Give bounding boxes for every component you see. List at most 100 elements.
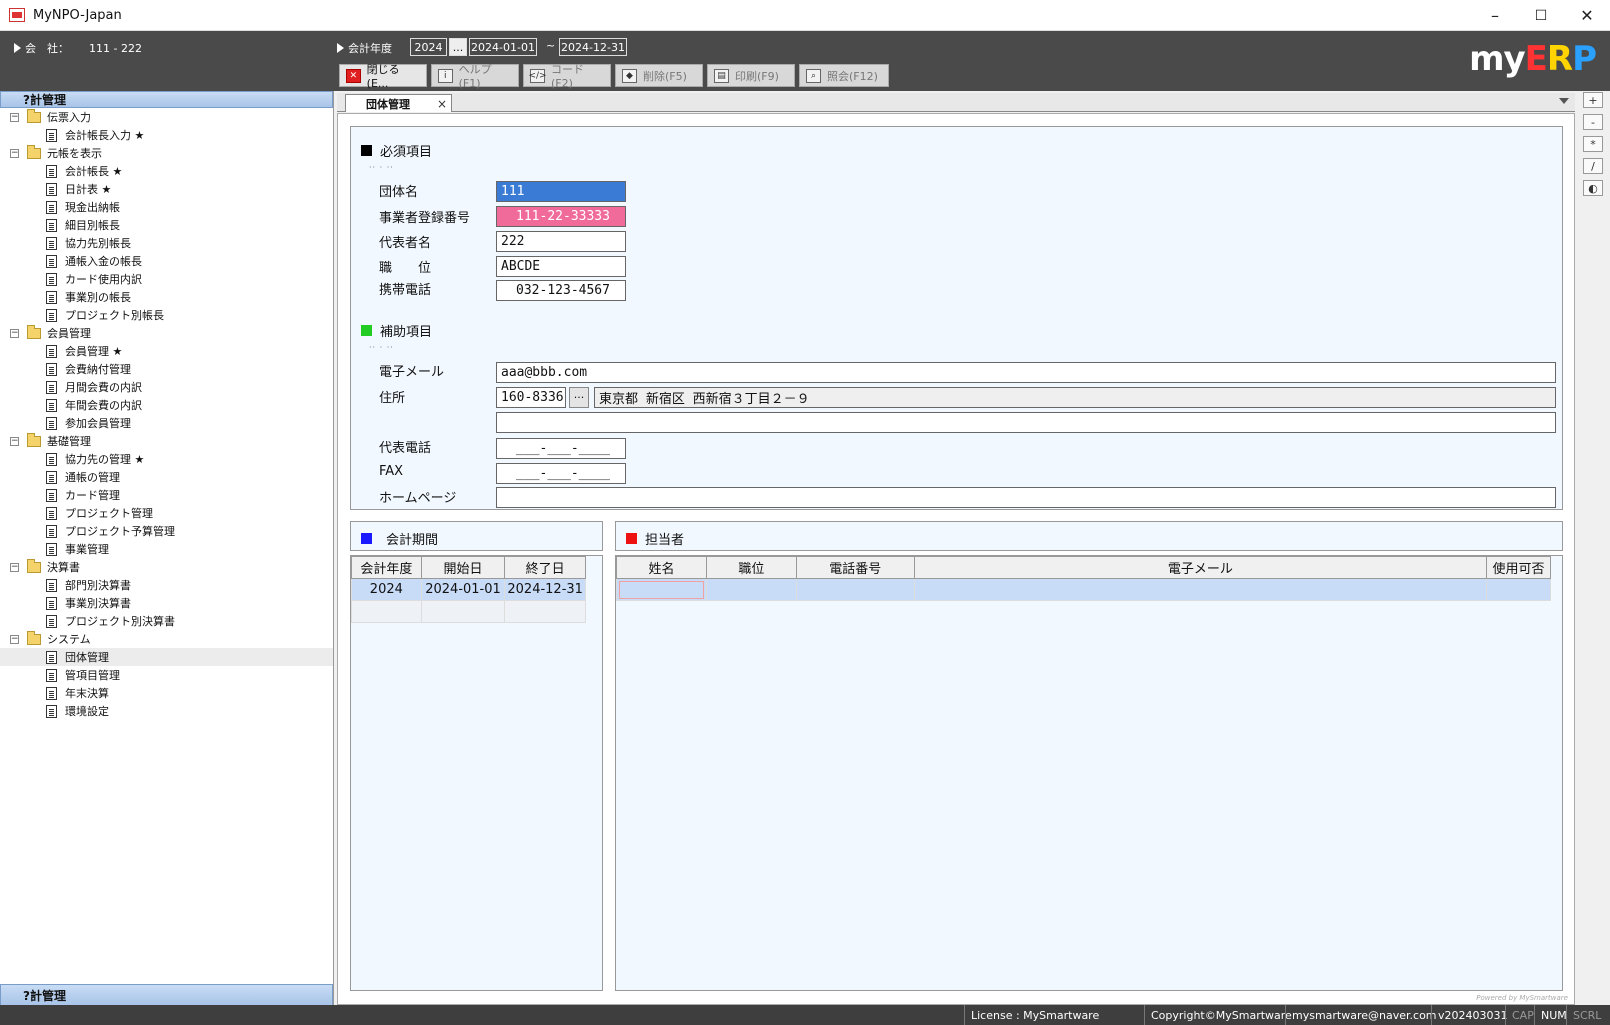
tree-folder[interactable]: − 元帳を表示 [0,144,333,162]
tree-item[interactable]: 事業管理 [0,540,333,558]
col-phone[interactable]: 電話番号 [795,556,915,579]
tree-item[interactable]: プロジェクト別決算書 [0,612,333,630]
tree-folder[interactable]: − 決算書 [0,558,333,576]
cell-phone[interactable] [795,578,915,601]
mobile-field[interactable]: 032-123-4567 [496,280,626,301]
multiply-button[interactable]: * [1583,136,1603,152]
collapse-icon[interactable]: − [10,328,19,338]
tree-folder[interactable]: − 伝票入力 [0,108,333,126]
zip-field[interactable]: 160-8336 [496,387,566,408]
collapse-icon[interactable]: − [10,148,19,158]
position-field[interactable]: ABCDE [496,256,626,277]
cell-email[interactable] [913,578,1488,601]
cell-position[interactable] [705,578,797,601]
table-row[interactable] [616,578,1551,601]
table-row[interactable]: 2024 2024-01-01 2024-12-31 [351,578,586,601]
start-date-field[interactable]: 2024-01-01 [469,38,537,56]
tree-item[interactable]: 協力先別帳長 [0,234,333,252]
minimize-button[interactable]: – [1472,0,1518,31]
col-usable[interactable]: 使用可否 [1486,556,1551,579]
tree-folder[interactable]: − 会員管理 [0,324,333,342]
tree-item[interactable]: 事業別決算書 [0,594,333,612]
code-button[interactable]: </> コード(F2) [523,63,611,90]
tree-item[interactable]: 会計帳長入力 ★ [0,126,333,144]
new-row[interactable] [351,600,586,623]
zip-search-button[interactable]: ··· [569,387,589,408]
position-label: 職 位 [379,261,432,276]
col-name[interactable]: 姓名 [616,556,707,579]
panel-header[interactable]: ?計管理 [0,91,333,108]
fiscal-year-picker-button[interactable]: ... [449,38,467,56]
help-button[interactable]: i ヘルプ(F1) [431,63,519,90]
cell-usable[interactable] [1486,578,1551,601]
collapse-icon[interactable]: − [10,634,19,644]
address1-field[interactable]: 東京都 新宿区 西新宿３丁目２－９ [594,387,1556,408]
tree-item[interactable]: 団体管理 [0,648,333,666]
reg-no-field[interactable]: 111-22-33333 [496,206,626,227]
maximize-button[interactable]: ☐ [1518,0,1564,31]
tree-item[interactable]: 現金出納帳 [0,198,333,216]
tree-item[interactable]: 日計表 ★ [0,180,333,198]
empty-cell[interactable] [351,600,422,623]
end-date-field[interactable]: 2024-12-31 [559,38,627,56]
tree-item[interactable]: 通帳の管理 [0,468,333,486]
delete-button[interactable]: ◆ 削除(F5) [615,64,703,87]
inquiry-button[interactable]: ⌕ 照会(F12) [799,64,889,87]
tree-item[interactable]: プロジェクト別帳長 [0,306,333,324]
tree-item[interactable]: プロジェクト管理 [0,504,333,522]
tree-item[interactable]: 年末決算 [0,684,333,702]
tree-item[interactable]: 環境設定 [0,702,333,720]
minus-button[interactable]: - [1583,114,1603,130]
empty-cell[interactable] [420,600,506,623]
col-email[interactable]: 電子メール [913,556,1488,579]
triangle-right-icon [337,43,344,53]
print-button[interactable]: ▤ 印刷(F9) [707,64,795,87]
tree-item[interactable]: 参加会員管理 [0,414,333,432]
col-end-date[interactable]: 終了日 [504,556,586,579]
org-name-field[interactable]: 111 [496,181,626,202]
tree-folder[interactable]: − 基礎管理 [0,432,333,450]
tree-item[interactable]: 細目別帳長 [0,216,333,234]
empty-cell[interactable] [504,600,586,623]
address2-field[interactable] [496,412,1556,433]
tab-close-icon[interactable]: × [437,97,447,111]
tree-folder[interactable]: − システム [0,630,333,648]
col-fiscal-year[interactable]: 会計年度 [351,556,422,579]
tree-item[interactable]: カード使用内訳 [0,270,333,288]
panel-footer[interactable]: ?計管理 [0,984,333,1006]
collapse-icon[interactable]: − [10,436,19,446]
plus-button[interactable]: + [1583,92,1603,108]
tree-item[interactable]: 年間会費の内訳 [0,396,333,414]
tree-item[interactable]: 月間会費の内訳 [0,378,333,396]
tree-item[interactable]: 会費納付管理 [0,360,333,378]
fiscal-year-field[interactable]: 2024 [410,38,447,56]
tree-item[interactable]: 協力先の管理 ★ [0,450,333,468]
tree-item[interactable]: プロジェクト予算管理 [0,522,333,540]
divide-button[interactable]: / [1583,158,1603,174]
tab-organization-management[interactable]: 団体管理 × [345,94,452,112]
cell-fiscal-year[interactable]: 2024 [351,578,422,601]
cell-name-editing[interactable] [616,578,707,601]
close-window-button[interactable]: ✕ [1564,0,1610,31]
cell-start-date[interactable]: 2024-01-01 [420,578,506,601]
cell-end-date[interactable]: 2024-12-31 [504,578,586,601]
email-field[interactable]: aaa@bbb.com [496,362,1556,383]
tree-item[interactable]: 管項目管理 [0,666,333,684]
tree-item[interactable]: 部門別決算書 [0,576,333,594]
col-start-date[interactable]: 開始日 [420,556,506,579]
tree-item[interactable]: カード管理 [0,486,333,504]
tree-item[interactable]: 会計帳長 ★ [0,162,333,180]
tree-item[interactable]: 通帳入金の帳長 [0,252,333,270]
collapse-icon[interactable]: − [10,562,19,572]
homepage-field[interactable] [496,487,1556,508]
tab-menu-chevron-down-icon[interactable] [1559,98,1569,104]
fax-field[interactable]: ___-___-____ [496,463,626,484]
tree-item[interactable]: 会員管理 ★ [0,342,333,360]
rep-phone-field[interactable]: ___-___-____ [496,438,626,459]
col-position[interactable]: 職位 [705,556,797,579]
contrast-button[interactable]: ◐ [1583,180,1603,196]
rep-name-field[interactable]: 222 [496,231,626,252]
tree-item[interactable]: 事業別の帳長 [0,288,333,306]
collapse-icon[interactable]: − [10,112,19,122]
close-button[interactable]: ✕ 閉じる(E... [339,63,427,90]
